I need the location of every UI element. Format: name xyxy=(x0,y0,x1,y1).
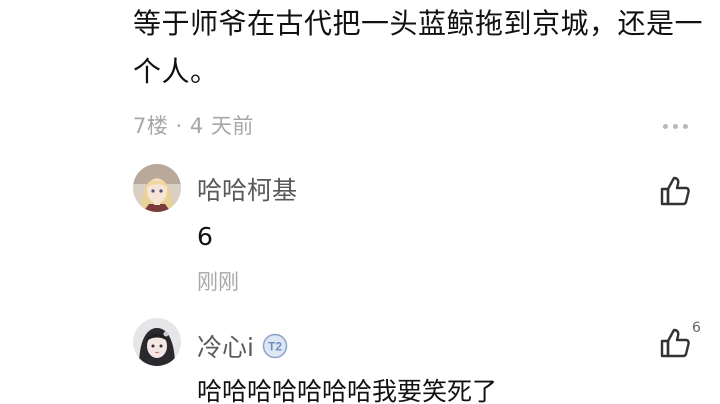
post-line-1: 等于师爷在古代把一头蓝鲸拖到京城，还是一 xyxy=(133,7,704,40)
like-icon[interactable] xyxy=(658,174,692,208)
post-floor-and-time: 7楼 · 4 天前 xyxy=(133,114,254,138)
avatar[interactable] xyxy=(133,164,181,212)
comment-thread: 等于师爷在古代把一头蓝鲸拖到京城，还是一 个人。 7楼 · 4 天前 哈哈柯基 … xyxy=(0,0,720,404)
anime-black-hair-avatar-icon xyxy=(133,318,181,366)
reply-username[interactable]: 冷心i T2 xyxy=(197,328,288,364)
like-count: 6 xyxy=(692,320,701,336)
reply-text: 哈哈哈哈哈哈哈我要笑死了 xyxy=(197,377,498,404)
level-badge-icon: T2 xyxy=(262,333,288,359)
reply-text: 6 xyxy=(197,222,213,251)
post-line-2: 个人。 xyxy=(133,55,219,88)
svg-text:T2: T2 xyxy=(268,340,282,354)
anime-blonde-avatar-icon xyxy=(133,164,181,212)
more-options-icon[interactable] xyxy=(663,121,691,131)
avatar[interactable] xyxy=(133,318,181,366)
reply-username[interactable]: 哈哈柯基 xyxy=(197,171,297,207)
reply-time: 刚刚 xyxy=(197,270,239,294)
like-icon[interactable] xyxy=(658,326,692,360)
post-body: 等于师爷在古代把一头蓝鲸拖到京城，还是一 个人。 xyxy=(133,0,703,96)
